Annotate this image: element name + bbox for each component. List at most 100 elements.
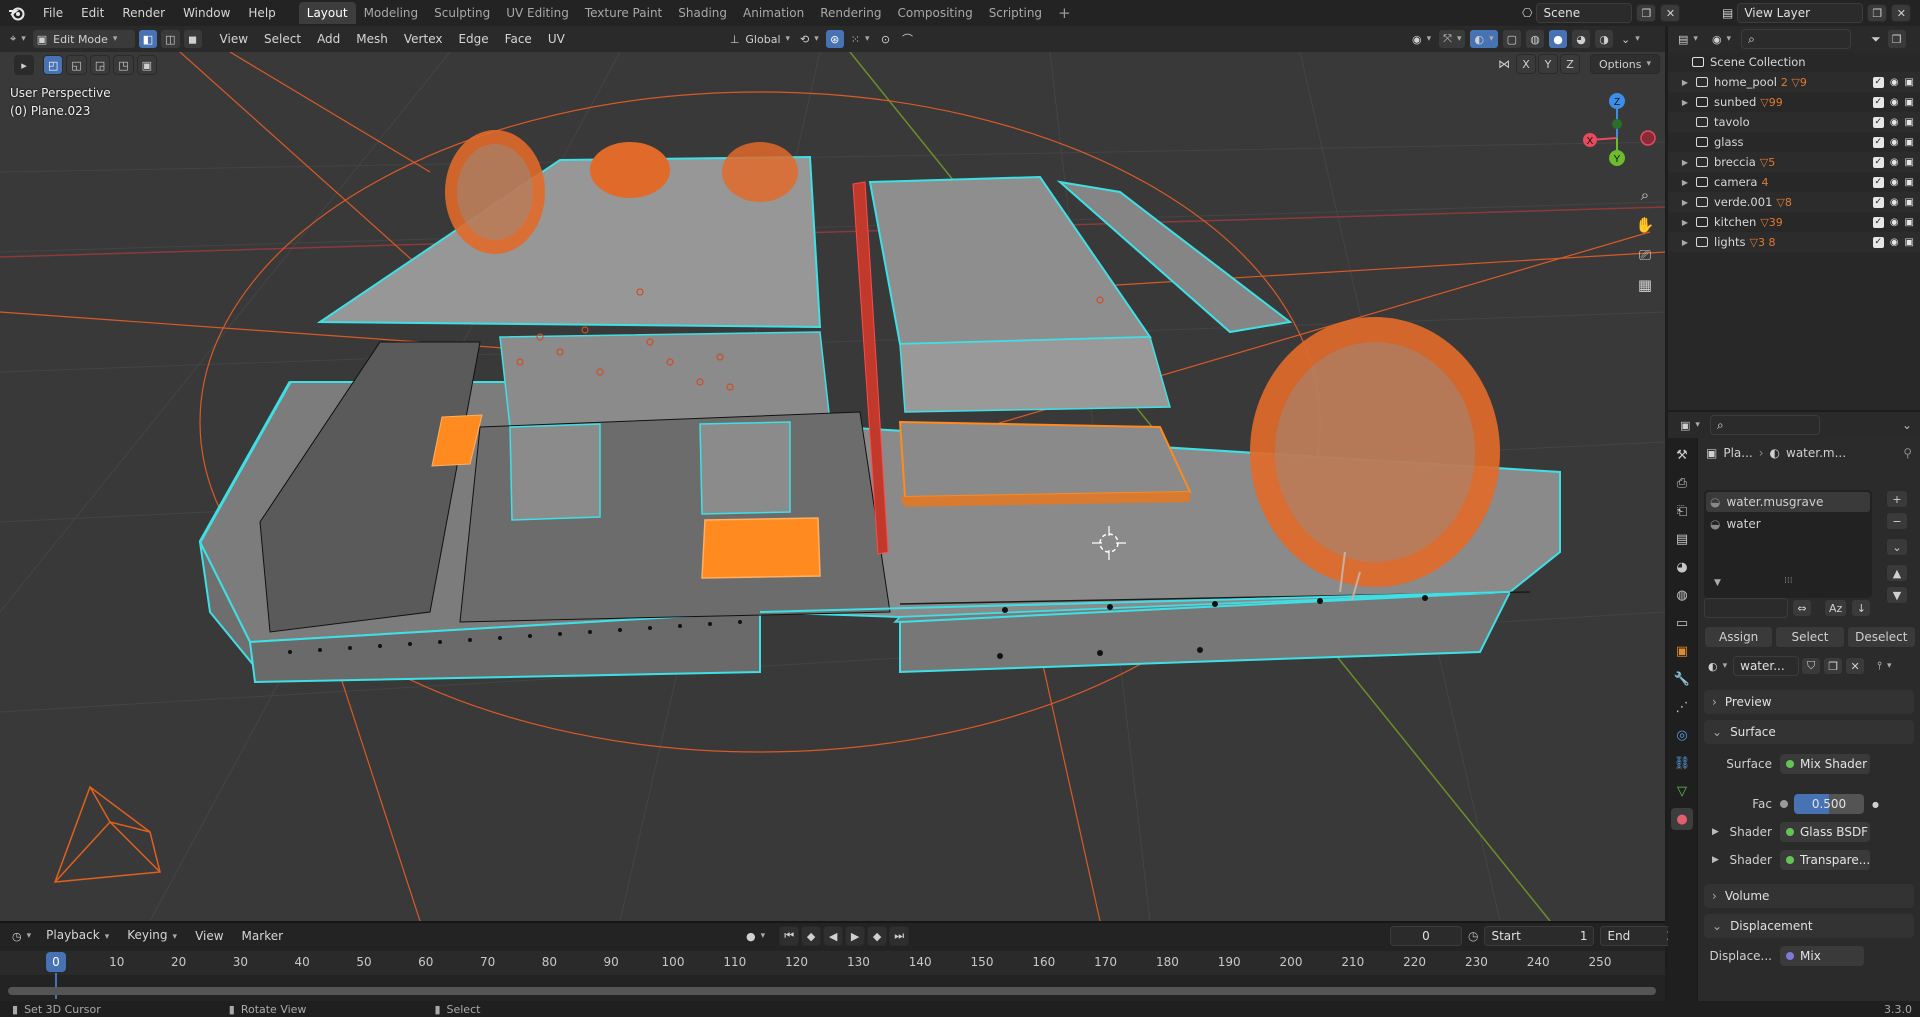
exclude-checkbox[interactable]: ✓ — [1872, 196, 1884, 208]
display-mode-icon[interactable]: ◉ — [1708, 29, 1735, 49]
menu-add[interactable]: Add — [310, 26, 347, 52]
collection-tab-icon[interactable]: ▭ — [1671, 612, 1693, 634]
camera-view-icon[interactable]: ⎚ — [1632, 242, 1658, 268]
deselect-button[interactable]: Deselect — [1846, 626, 1916, 648]
expand-arrow-icon[interactable]: ▶ — [1678, 178, 1692, 187]
filter-icon[interactable]: ⏷ — [1871, 32, 1881, 47]
mode-selector[interactable]: ▣ Edit Mode — [31, 29, 136, 49]
tab-shading[interactable]: Shading — [670, 2, 735, 24]
sort-invert-icon[interactable]: ⇔ — [1792, 599, 1812, 617]
menu-select[interactable]: Select — [257, 26, 308, 52]
frame-clock-icon[interactable]: ◷ — [1468, 929, 1478, 943]
tab-texture-paint[interactable]: Texture Paint — [577, 2, 670, 24]
constraints-tab-icon[interactable]: ⛓ — [1671, 752, 1693, 774]
sort-reverse-icon[interactable]: ↓ — [1851, 599, 1872, 617]
tool-toggle-icon[interactable]: ▸ — [14, 55, 34, 75]
xray-toggle[interactable]: ▢ — [1501, 29, 1523, 49]
auto-keying-icon[interactable]: ● — [742, 926, 769, 946]
shading-options-icon[interactable]: ⌄ — [1617, 29, 1644, 49]
menu-edit[interactable]: Edit — [72, 0, 113, 26]
exclude-checkbox[interactable]: ✓ — [1872, 216, 1884, 228]
camera-render-icon[interactable]: ▣ — [1905, 217, 1914, 228]
menu-uv[interactable]: UV — [541, 26, 572, 52]
physics-tab-icon[interactable]: ◎ — [1671, 724, 1693, 746]
snap-toggle-icon[interactable]: ⊛ — [824, 29, 845, 49]
sort-alpha-icon[interactable]: Az — [1824, 599, 1848, 617]
playhead[interactable]: 0 — [46, 952, 66, 972]
menu-view[interactable]: View — [213, 26, 255, 52]
overlay-toggle[interactable]: ◐ — [1469, 29, 1499, 49]
camera-render-icon[interactable]: ▣ — [1905, 117, 1914, 128]
outliner-row[interactable]: ▶ breccia ▽5 ✓ ◉ ▣ — [1668, 152, 1920, 172]
view-layer-selector[interactable]: View Layer — [1737, 3, 1864, 23]
current-frame-field[interactable]: 0 — [1390, 926, 1462, 946]
3d-viewport[interactable]: User Perspective (0) Plane.023 ▸ ◰ ◱ ◲ ◳… — [0, 52, 1665, 921]
object-tab-icon[interactable]: ▣ — [1671, 640, 1693, 662]
outliner-editor-type-icon[interactable]: ▤ — [1674, 29, 1702, 49]
list-resize-grip-icon[interactable]: ⁞⁞⁞ — [1784, 576, 1793, 586]
fake-user-icon[interactable]: ⛉ — [1801, 657, 1822, 675]
outliner-search-input[interactable]: ⌕ — [1741, 29, 1852, 49]
gizmo-toggle[interactable]: ⤧ — [1438, 29, 1467, 49]
proportional-edit-icon[interactable]: ⊙ — [876, 29, 896, 49]
shader1-field[interactable]: Glass BSDF — [1780, 822, 1870, 842]
outliner-row[interactable]: ▶ kitchen ▽39 ✓ ◉ ▣ — [1668, 212, 1920, 232]
preview-panel-header[interactable]: › Preview — [1704, 690, 1914, 714]
menu-timeline-view[interactable]: View — [188, 923, 230, 949]
material-shading-icon[interactable]: ◕ — [1571, 29, 1592, 49]
timeline-editor-type-icon[interactable]: ◷ — [8, 926, 35, 946]
snap-target-selector[interactable]: ⁙ — [847, 29, 874, 49]
select-intersect-icon[interactable]: ▣ — [136, 55, 158, 75]
menu-edge[interactable]: Edge — [451, 26, 495, 52]
material-slot-item[interactable]: ◒ water.musgrave — [1706, 492, 1870, 512]
eye-icon[interactable]: ◉ — [1890, 177, 1899, 188]
eye-icon[interactable]: ◉ — [1890, 157, 1899, 168]
menu-vertex[interactable]: Vertex — [397, 26, 450, 52]
slot-filter-input[interactable] — [1704, 598, 1788, 618]
wireframe-shading-icon[interactable]: ◍ — [1525, 29, 1546, 49]
eye-icon[interactable]: ◉ — [1890, 237, 1899, 248]
falloff-icon[interactable]: ⌒ — [898, 29, 918, 49]
eye-icon[interactable]: ◉ — [1890, 77, 1899, 88]
camera-render-icon[interactable]: ▣ — [1905, 157, 1914, 168]
render-tab-icon[interactable]: ⎙ — [1671, 472, 1693, 494]
mirror-x-button[interactable]: X — [1516, 54, 1536, 74]
editor-type-button[interactable]: ⌖ — [6, 29, 30, 49]
expand-arrow-icon[interactable]: ▶ — [1678, 98, 1692, 107]
list-expand-icon[interactable]: ▼ — [1714, 578, 1721, 588]
shader2-field[interactable]: Transpare... — [1780, 850, 1870, 870]
edge-select-button[interactable]: ◫ — [160, 29, 181, 49]
add-slot-icon[interactable]: + — [1886, 490, 1908, 508]
tab-animation[interactable]: Animation — [735, 2, 812, 24]
menu-mesh[interactable]: Mesh — [349, 26, 395, 52]
material-slot-item[interactable]: ◒ water — [1706, 514, 1870, 534]
surface-shader-field[interactable]: Mix Shader — [1780, 754, 1870, 774]
scene-selector[interactable]: Scene — [1536, 3, 1633, 23]
face-select-button[interactable]: ◼ — [182, 29, 203, 49]
view-layer-icon[interactable]: ▤ — [1722, 6, 1733, 20]
select-extend-icon[interactable]: ◱ — [66, 55, 87, 75]
material-name-field[interactable]: water... — [1733, 656, 1800, 676]
select-button[interactable]: Select — [1775, 626, 1845, 648]
delete-scene-icon[interactable]: ✕ — [1660, 4, 1681, 22]
exclude-checkbox[interactable]: ✓ — [1872, 76, 1884, 88]
data-tab-icon[interactable]: ▽ — [1671, 780, 1693, 802]
options-button[interactable]: Options — [1590, 54, 1660, 74]
menu-face[interactable]: Face — [498, 26, 539, 52]
eye-icon[interactable]: ◉ — [1890, 117, 1899, 128]
tab-modeling[interactable]: Modeling — [356, 2, 427, 24]
delete-view-layer-icon[interactable]: ✕ — [1891, 4, 1912, 22]
exclude-checkbox[interactable]: ✓ — [1872, 96, 1884, 108]
new-collection-icon[interactable]: ❐ — [1886, 29, 1907, 49]
selected-face[interactable] — [701, 517, 821, 579]
new-scene-icon[interactable]: ❐ — [1636, 4, 1657, 22]
outliner-row[interactable]: glass ✓ ◉ ▣ — [1668, 132, 1920, 152]
menu-file[interactable]: File — [34, 0, 72, 26]
scene-render[interactable] — [0, 52, 1665, 921]
eye-icon[interactable]: ◉ — [1890, 217, 1899, 228]
properties-collapse-icon[interactable]: ⌄ — [1902, 418, 1912, 432]
expand-arrow-icon[interactable]: ▶ — [1678, 78, 1692, 87]
exclude-checkbox[interactable]: ✓ — [1872, 156, 1884, 168]
material-tab-icon[interactable]: ● — [1671, 808, 1693, 830]
move-slot-down-icon[interactable]: ▼ — [1886, 586, 1908, 604]
